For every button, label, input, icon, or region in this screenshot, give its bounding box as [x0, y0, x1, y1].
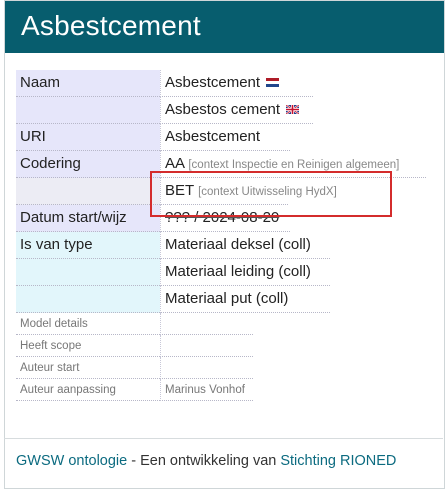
value-heeft-scope: [160, 335, 253, 357]
value-auteur-start: [160, 357, 253, 379]
label-heeft-scope: Heeft scope: [16, 335, 160, 357]
label-codering: Codering: [16, 151, 160, 178]
row-naam-en: Asbestos cement: [16, 97, 426, 124]
row-type-3: Materiaal put (coll): [16, 286, 426, 313]
naam-en-text: Asbestos cement: [165, 101, 281, 118]
footer-divider: [4, 438, 443, 439]
dutch-flag-icon: [266, 77, 280, 87]
link-stichting-rioned[interactable]: Stichting RIONED: [280, 453, 396, 469]
label-is-van-type: Is van type: [16, 232, 160, 259]
label-uri: URI: [16, 124, 160, 151]
page-title: Asbestcement: [21, 10, 201, 41]
row-uri: URI Asbestcement: [16, 124, 426, 151]
highlight-box: [150, 171, 392, 217]
row-model-details: Model details: [16, 313, 426, 335]
value-uri[interactable]: Asbestcement: [160, 124, 290, 151]
value-type-1[interactable]: Materiaal deksel (coll): [160, 232, 330, 259]
context-aa: [context Inspectie en Reinigen algemeen]: [188, 159, 400, 171]
link-gwsw-ontologie[interactable]: GWSW ontologie: [16, 453, 127, 469]
row-auteur-aanpassing: Auteur aanpassing Marinus Vonhof: [16, 379, 426, 401]
row-heeft-scope: Heeft scope: [16, 335, 426, 357]
value-type-3[interactable]: Materiaal put (coll): [160, 286, 330, 313]
uk-flag-icon: [286, 104, 300, 114]
label-type-empty-1: [16, 259, 160, 286]
value-auteur-aanpassing: Marinus Vonhof: [160, 379, 253, 401]
footer-text: - Een ontwikkeling van: [127, 453, 281, 469]
title-bar: Asbestcement: [5, 1, 444, 53]
label-codering-empty: [16, 178, 160, 205]
label-datum: Datum start/wijz: [16, 205, 160, 232]
label-type-empty-2: [16, 286, 160, 313]
row-naam: Naam Asbestcement: [16, 70, 426, 97]
label-model-details: Model details: [16, 313, 160, 335]
row-type-2: Materiaal leiding (coll): [16, 259, 426, 286]
row-auteur-start: Auteur start: [16, 357, 426, 379]
value-model-details: [160, 313, 253, 335]
code-aa: AA: [165, 155, 185, 172]
naam-nl-text: Asbestcement: [165, 74, 261, 91]
value-naam-en: Asbestos cement: [160, 97, 313, 124]
value-naam-nl: Asbestcement: [160, 70, 313, 97]
label-auteur-aanpassing: Auteur aanpassing: [16, 379, 160, 401]
footer: GWSW ontologie - Een ontwikkeling van St…: [16, 453, 396, 469]
label-naam: Naam: [16, 70, 160, 97]
label-naam-empty: [16, 97, 160, 124]
value-type-2[interactable]: Materiaal leiding (coll): [160, 259, 330, 286]
label-auteur-start: Auteur start: [16, 357, 160, 379]
row-type-1: Is van type Materiaal deksel (coll): [16, 232, 426, 259]
